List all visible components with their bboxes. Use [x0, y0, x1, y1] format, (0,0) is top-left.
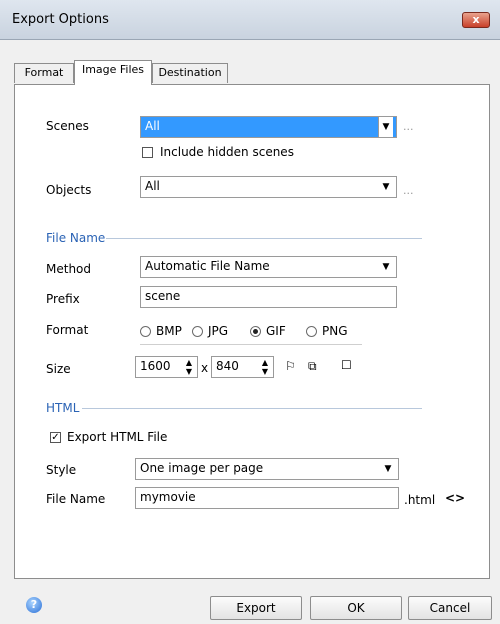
format-option-gif: GIF — [266, 324, 286, 338]
format-divider — [140, 344, 362, 345]
ok-button[interactable]: OK — [310, 596, 402, 620]
method-label: Method — [46, 262, 92, 276]
spinner-arrows-icon[interactable]: ▲ ▼ — [259, 358, 271, 376]
flag-icon[interactable]: ⚐ — [285, 359, 296, 373]
height-value: 840 — [216, 359, 239, 373]
objects-dropdown[interactable]: All ▼ — [140, 176, 397, 198]
html-section-title: HTML — [46, 401, 80, 415]
export-button[interactable]: Export — [210, 596, 302, 620]
panel-content: Scenes All ▼ ... Include hidden scenes O… — [0, 0, 500, 624]
size-label: Size — [46, 362, 71, 376]
html-file-name-input[interactable]: mymovie — [135, 487, 399, 509]
format-radio-png[interactable] — [306, 326, 317, 337]
include-hidden-label: Include hidden scenes — [160, 145, 294, 159]
chevron-down-icon: ▼ — [378, 117, 393, 137]
html-file-name-label: File Name — [46, 492, 106, 506]
height-spinner[interactable]: 840 ▲ ▼ — [211, 356, 274, 378]
section-divider — [82, 408, 422, 409]
section-divider — [106, 238, 422, 239]
style-dropdown[interactable]: One image per page ▼ — [135, 458, 399, 480]
format-radio-bmp[interactable] — [140, 326, 151, 337]
chevron-down-icon: ▼ — [384, 464, 392, 474]
objects-value: All — [145, 179, 160, 193]
format-label: Format — [46, 323, 89, 337]
style-value: One image per page — [140, 461, 264, 475]
scenes-label: Scenes — [46, 119, 89, 133]
html-extension: .html — [404, 493, 436, 507]
scenes-value: All — [145, 119, 160, 133]
export-html-label: Export HTML File — [67, 430, 168, 444]
format-option-bmp: BMP — [156, 324, 182, 338]
prefix-label: Prefix — [46, 292, 80, 306]
objects-ellipsis-button[interactable]: ... — [403, 184, 414, 197]
method-value: Automatic File Name — [145, 259, 270, 273]
include-hidden-checkbox[interactable] — [142, 147, 153, 158]
help-icon[interactable]: ? — [26, 597, 42, 613]
cancel-button[interactable]: Cancel — [408, 596, 492, 620]
format-option-jpg: JPG — [208, 324, 229, 338]
method-dropdown[interactable]: Automatic File Name ▼ — [140, 256, 397, 278]
file-name-section-title: File Name — [46, 231, 106, 245]
size-separator: x — [201, 361, 209, 375]
code-icon[interactable]: <> — [445, 491, 465, 505]
width-spinner[interactable]: 1600 ▲ ▼ — [135, 356, 198, 378]
copy-icon[interactable]: ⧉ — [308, 359, 317, 374]
scenes-ellipsis-button[interactable]: ... — [403, 120, 414, 133]
export-html-checkbox[interactable]: ✓ — [50, 432, 61, 443]
style-label: Style — [46, 463, 77, 477]
format-radio-jpg[interactable] — [192, 326, 203, 337]
scenes-dropdown[interactable]: All ▼ — [140, 116, 397, 138]
objects-label: Objects — [46, 183, 92, 197]
spinner-arrows-icon[interactable]: ▲ ▼ — [183, 358, 195, 376]
square-icon[interactable]: ☐ — [341, 358, 352, 372]
format-option-png: PNG — [322, 324, 348, 338]
width-value: 1600 — [140, 359, 171, 373]
format-radio-gif[interactable] — [250, 326, 261, 337]
chevron-down-icon: ▼ — [382, 182, 390, 192]
chevron-down-icon: ▼ — [382, 262, 390, 272]
prefix-input[interactable]: scene — [140, 286, 397, 308]
